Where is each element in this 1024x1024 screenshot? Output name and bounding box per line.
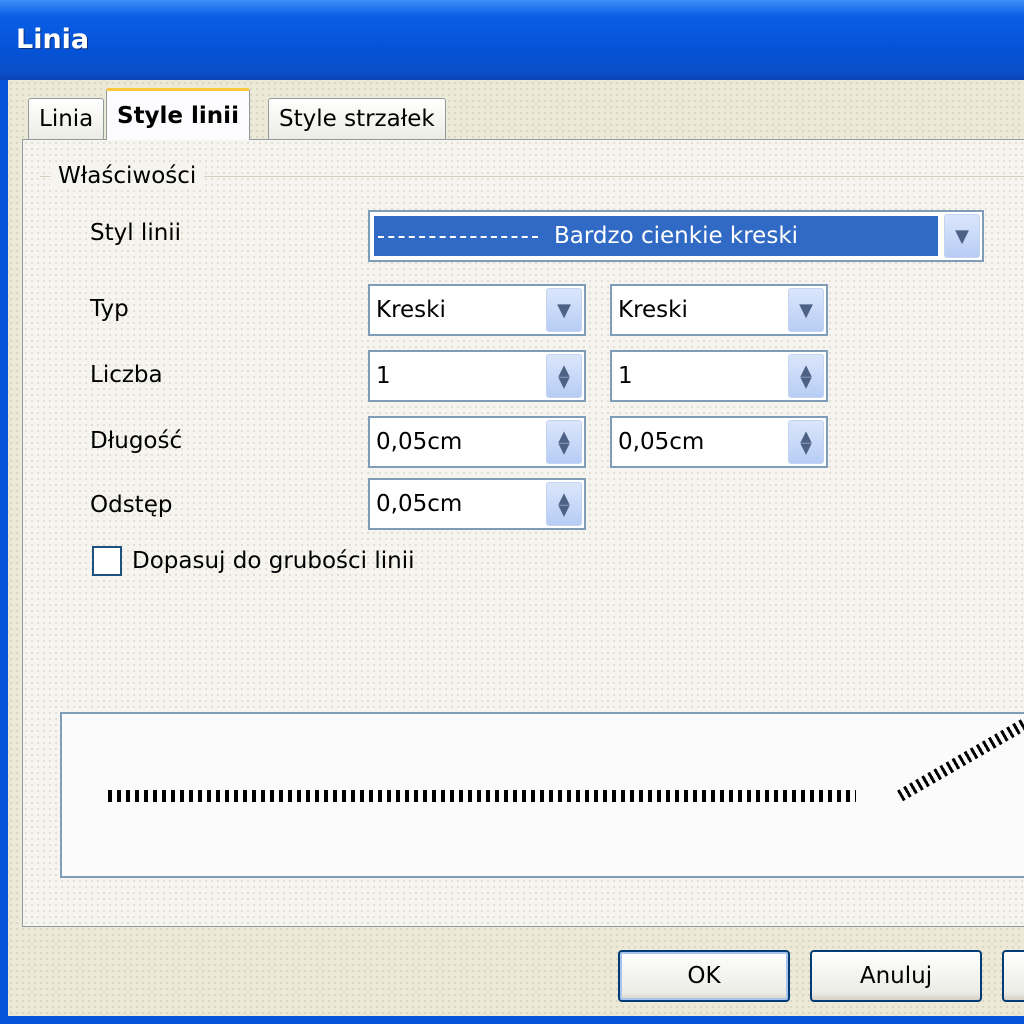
cancel-button[interactable]: Anuluj: [810, 950, 982, 1002]
window-frame-bottom: [0, 1016, 1024, 1024]
up-down-arrows-icon[interactable]: ▲ ▼: [546, 354, 582, 398]
chevron-down-icon[interactable]: ▼: [944, 214, 980, 258]
length-spinner-1[interactable]: 0,05cm ▲ ▼: [368, 416, 586, 468]
fit-to-width-checkbox[interactable]: [92, 546, 122, 576]
type-dropdown-2[interactable]: Kreski ▼: [610, 284, 828, 336]
group-label-properties: Właściwości: [50, 163, 205, 189]
spacing-spinner[interactable]: 0,05cm ▲ ▼: [368, 478, 586, 530]
type-value-1: Kreski: [376, 297, 446, 323]
tab-style-strzalek[interactable]: Style strzałek: [268, 98, 446, 140]
chevron-down-icon[interactable]: ▼: [788, 288, 824, 332]
tab-label: Style linii: [117, 103, 239, 129]
help-button-partial[interactable]: [1002, 950, 1024, 1002]
spacing-label: Odstęp: [90, 492, 173, 518]
window-frame-left: [0, 80, 8, 1024]
length-spinner-2[interactable]: 0,05cm ▲ ▼: [610, 416, 828, 468]
length-label: Długość: [90, 428, 183, 454]
length-value-1: 0,05cm: [376, 429, 463, 455]
tab-style-linii[interactable]: Style linii: [106, 88, 250, 140]
up-down-arrows-icon[interactable]: ▲ ▼: [788, 354, 824, 398]
type-dropdown-1[interactable]: Kreski ▼: [368, 284, 586, 336]
line-style-preview: [378, 236, 538, 238]
preview-dashed-line: [108, 790, 856, 802]
type-value-2: Kreski: [618, 297, 688, 323]
line-style-value: Bardzo cienkie kreski: [554, 223, 799, 249]
count-value-1: 1: [376, 363, 391, 389]
up-down-arrows-icon[interactable]: ▲ ▼: [546, 420, 582, 464]
fit-to-width-label[interactable]: Dopasuj do grubości linii: [132, 548, 415, 574]
up-down-arrows-icon[interactable]: ▲ ▼: [788, 420, 824, 464]
up-down-arrows-icon[interactable]: ▲ ▼: [546, 482, 582, 526]
title-bar[interactable]: Linia: [0, 0, 1024, 80]
count-spinner-1[interactable]: 1 ▲ ▼: [368, 350, 586, 402]
line-style-label: Styl linii: [90, 220, 182, 246]
count-spinner-2[interactable]: 1 ▲ ▼: [610, 350, 828, 402]
chevron-down-icon[interactable]: ▼: [546, 288, 582, 332]
count-label: Liczba: [90, 362, 163, 388]
length-value-2: 0,05cm: [618, 429, 705, 455]
line-style-selection: Bardzo cienkie kreski: [374, 216, 938, 256]
line-style-dropdown[interactable]: Bardzo cienkie kreski ▼: [368, 210, 984, 262]
spacing-value: 0,05cm: [376, 491, 463, 517]
tab-label: Style strzałek: [279, 106, 435, 132]
type-label: Typ: [90, 296, 129, 322]
ok-button[interactable]: OK: [618, 950, 790, 1002]
tab-linia[interactable]: Linia: [28, 98, 105, 140]
tab-label: Linia: [39, 106, 94, 132]
count-value-2: 1: [618, 363, 633, 389]
window-title: Linia: [16, 24, 90, 55]
